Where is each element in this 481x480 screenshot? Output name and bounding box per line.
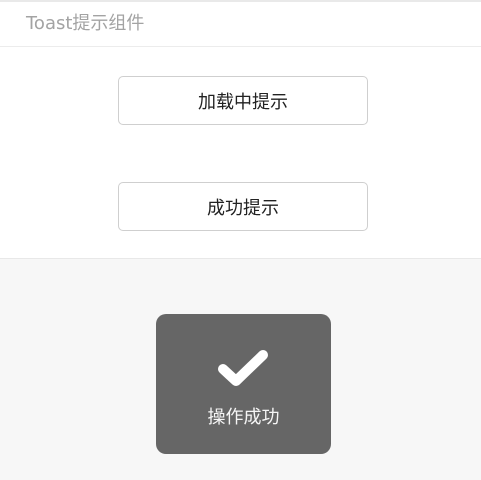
button-panel: 加载中提示 成功提示 [0, 47, 481, 259]
success-toast-button[interactable]: 成功提示 [118, 182, 368, 231]
success-toast: 操作成功 [156, 314, 331, 454]
checkmark-icon [218, 350, 268, 386]
page: Toast提示组件 加载中提示 成功提示 操作成功 [0, 0, 481, 480]
loading-toast-button[interactable]: 加载中提示 [118, 76, 368, 125]
toast-message: 操作成功 [207, 407, 280, 428]
page-title: Toast提示组件 [26, 13, 145, 34]
header: Toast提示组件 [0, 2, 481, 47]
